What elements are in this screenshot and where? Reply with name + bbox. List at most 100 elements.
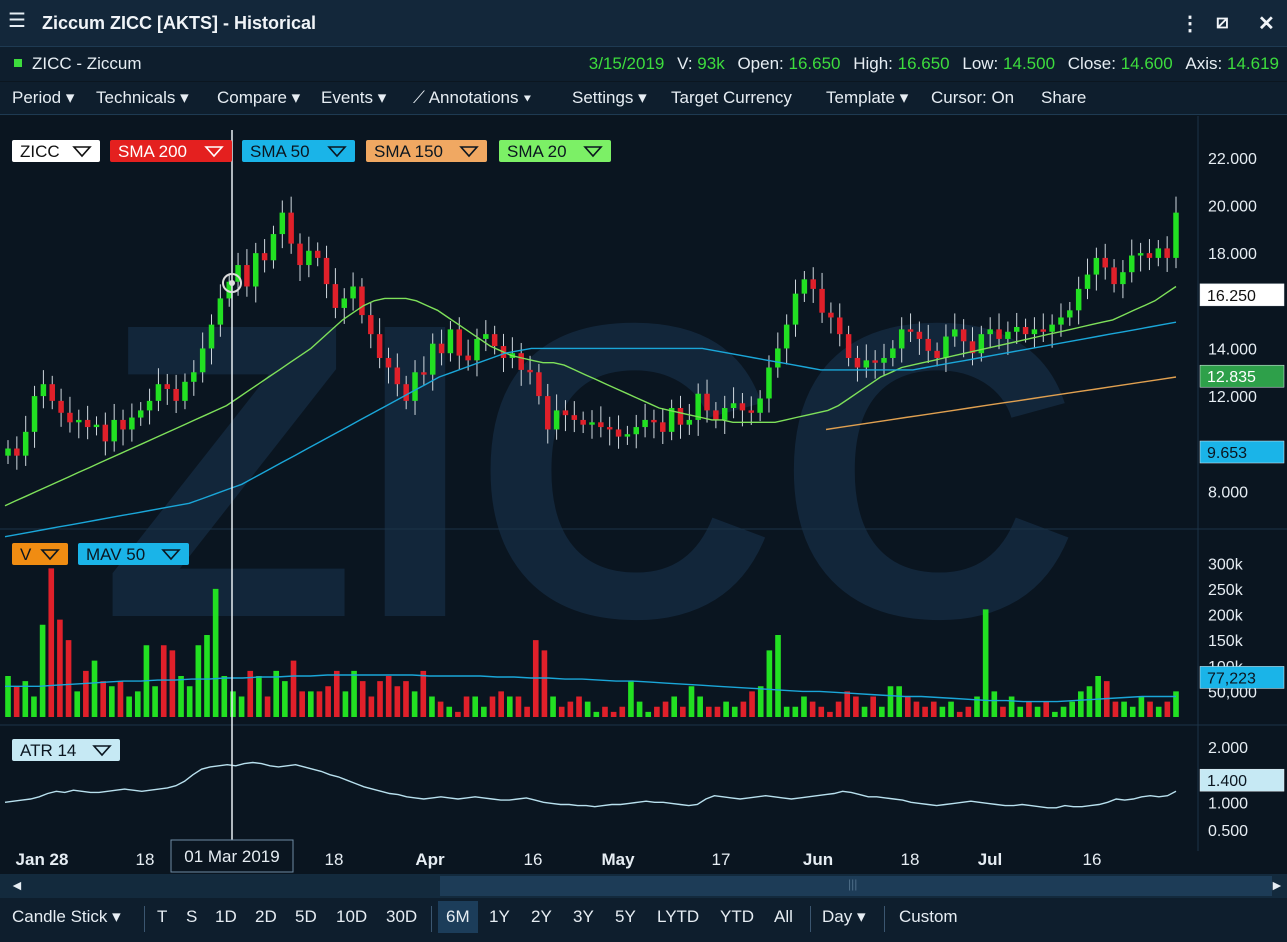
template-menu[interactable]: Template ▾ <box>826 88 908 108</box>
range-2y[interactable]: 2Y <box>531 907 552 927</box>
candle-body <box>1040 329 1047 332</box>
candle-body <box>350 286 356 299</box>
candle-body <box>93 424 100 428</box>
compare-menu[interactable]: Compare ▾ <box>217 88 300 108</box>
range-ytd[interactable]: YTD <box>720 907 754 927</box>
atr-line <box>4 761 1177 809</box>
chart-svg[interactable]: ZICC 22.000 20.000 18.000 14.000 12.000 8.000… <box>0 116 1287 874</box>
frequency-menu[interactable]: Day ▾ <box>822 907 866 927</box>
quote-info-bar: ZICC - Ziccum 3/15/2019 V: 93k Open: 16.… <box>0 47 1287 81</box>
volume-bar <box>342 691 349 717</box>
candle-body <box>456 329 463 356</box>
candle-body <box>1013 327 1020 332</box>
interval-10d[interactable]: 10D <box>336 907 367 927</box>
candle-body <box>1084 274 1091 289</box>
legend-sma50[interactable]: SMA 50 <box>242 140 355 162</box>
legend-zicc[interactable]: ZICC <box>12 140 100 162</box>
volume-bar <box>939 706 946 717</box>
volume-bar <box>593 711 600 717</box>
candle-body <box>925 338 931 351</box>
range-1y[interactable]: 1Y <box>489 907 510 927</box>
interval-30d[interactable]: 30D <box>386 907 417 927</box>
volume-bar <box>1173 691 1179 717</box>
volume-bar <box>584 701 591 717</box>
hamburger-menu-icon[interactable]: ☰ <box>8 10 30 32</box>
period-menu[interactable]: Period ▾ <box>12 88 74 108</box>
scroll-thumb[interactable]: ||| <box>440 876 1272 896</box>
candle-body <box>996 329 1002 339</box>
candle-body <box>1173 212 1179 258</box>
range-6m[interactable]: 6M <box>438 901 478 933</box>
cursor-toggle[interactable]: Cursor: On <box>931 88 1014 108</box>
legend-mav50[interactable]: MAV 50 <box>78 543 189 565</box>
x-tick-label: 18 <box>325 850 344 869</box>
x-tick-label: 17 <box>712 850 731 869</box>
close-icon[interactable]: ✕ <box>1258 11 1275 36</box>
range-lytd[interactable]: LYTD <box>657 907 699 927</box>
volume-bar <box>221 676 228 717</box>
volume-bar <box>333 670 340 717</box>
legend-sma150[interactable]: SMA 150 <box>366 140 487 162</box>
legend-sma200[interactable]: SMA 200 <box>110 140 232 162</box>
candle-body <box>217 298 224 325</box>
volume-bar <box>368 696 375 717</box>
candle-body <box>49 384 55 401</box>
candle-body <box>775 348 781 368</box>
scroll-right-icon[interactable]: ► <box>1270 877 1284 893</box>
legend-atr14[interactable]: ATR 14 <box>12 739 120 761</box>
candle-body <box>191 372 197 382</box>
interval-t[interactable]: T <box>157 907 167 927</box>
volume-bar <box>853 696 859 717</box>
volume-bar <box>377 681 383 717</box>
open-value: 16.650 <box>788 54 841 73</box>
price-tick-label: 18.000 <box>1208 246 1257 263</box>
scroll-left-icon[interactable]: ◄ <box>10 877 24 893</box>
custom-range-button[interactable]: Custom <box>899 907 958 927</box>
volume-bar <box>861 706 868 717</box>
candle-body <box>598 422 604 428</box>
share-button[interactable]: Share <box>1041 88 1086 108</box>
pencil-line-icon: ⟋ <box>413 88 425 107</box>
volume-bar <box>1026 701 1032 717</box>
legend-sma20[interactable]: SMA 20 <box>499 140 611 162</box>
technicals-menu[interactable]: Technicals ▾ <box>96 88 189 108</box>
candle-body <box>341 298 347 308</box>
interval-5d[interactable]: 5D <box>295 907 317 927</box>
volume-bar <box>429 696 435 717</box>
annotations-menu[interactable]: ⟋ Annotations ▾ <box>413 88 532 108</box>
crosshair-date-label: 01 Mar 2019 <box>184 847 279 866</box>
volume-bar <box>282 681 288 717</box>
volume-bar <box>1095 676 1101 717</box>
time-scrollbar[interactable]: ◄ ||| ► <box>0 874 1287 898</box>
settings-menu[interactable]: Settings ▾ <box>572 88 647 108</box>
volume-bar <box>541 650 548 717</box>
volume-bar <box>411 691 418 717</box>
chart-area[interactable]: ZICC 22.000 20.000 18.000 14.000 12.000 8.000… <box>0 116 1287 874</box>
axis-value: 14.619 <box>1227 54 1279 73</box>
volume-bar <box>1147 701 1153 717</box>
range-3y[interactable]: 3Y <box>573 907 594 927</box>
volume-bar <box>1164 701 1171 717</box>
volume-tick-label: 300k <box>1208 556 1244 573</box>
interval-s[interactable]: S <box>186 907 197 927</box>
volume-bar <box>83 670 89 717</box>
volume-bar <box>697 696 703 717</box>
more-vertical-icon[interactable]: ⋮ <box>1180 11 1200 36</box>
candle-body <box>173 388 179 401</box>
volume-bar <box>1000 706 1006 717</box>
price-tick-label: 14.000 <box>1208 341 1257 358</box>
volume-bar <box>126 696 132 717</box>
unlink-icon[interactable]: ⧄ <box>1216 11 1229 34</box>
chart-type-menu[interactable]: Candle Stick ▾ <box>12 907 121 927</box>
watermark-text: ZICC <box>100 237 1080 706</box>
candle-body <box>819 288 825 313</box>
legend-volume[interactable]: V <box>12 543 68 565</box>
interval-2d[interactable]: 2D <box>255 907 277 927</box>
events-menu[interactable]: Events ▾ <box>321 88 386 108</box>
target-currency-button[interactable]: Target Currency <box>671 88 792 108</box>
close-label: Close: <box>1067 54 1116 73</box>
range-all[interactable]: All <box>774 907 793 927</box>
range-5y[interactable]: 5Y <box>615 907 636 927</box>
interval-1d[interactable]: 1D <box>215 907 237 927</box>
sma50-badge: 9.653 <box>1207 445 1247 462</box>
